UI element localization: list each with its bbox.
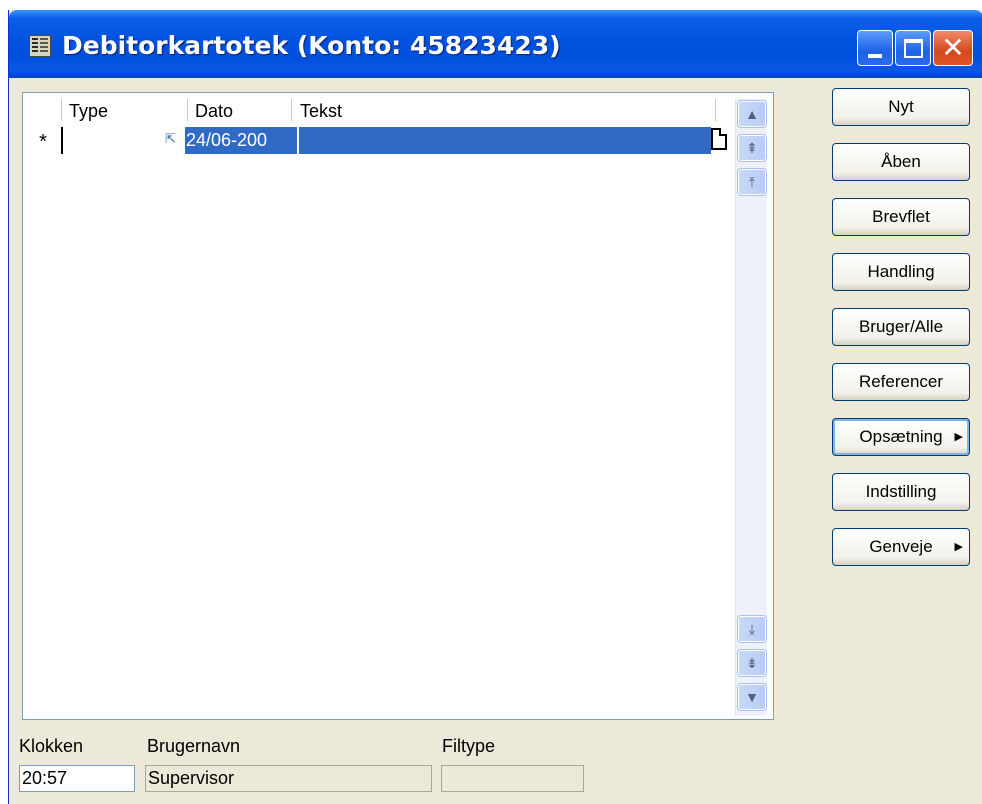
new-row-marker: *: [39, 131, 47, 153]
card-index-icon: [29, 35, 51, 57]
shortcuts-menu-button[interactable]: Genveje ▶: [832, 528, 970, 566]
main-window: Debitorkartotek (Konto: 45823423) ✕ Type…: [8, 10, 982, 804]
type-cell-input[interactable]: [61, 127, 156, 154]
username-field: Supervisor: [145, 765, 432, 792]
setup-label: Opsætning: [859, 427, 943, 446]
maximize-icon: [904, 39, 923, 58]
scroll-top-icon: ⤒: [748, 174, 756, 190]
page-up-button[interactable]: ⇞: [737, 134, 767, 162]
window-title: Debitorkartotek (Konto: 45823423): [62, 31, 561, 60]
column-header-text[interactable]: Tekst: [300, 101, 342, 122]
submenu-arrow-icon: ▶: [954, 541, 963, 553]
title-bar[interactable]: Debitorkartotek (Konto: 45823423) ✕: [9, 10, 982, 78]
column-header-date[interactable]: Dato: [195, 101, 233, 122]
action-button[interactable]: Handling: [832, 253, 970, 291]
close-icon: ✕: [941, 31, 965, 64]
column-header-type[interactable]: Type: [69, 101, 108, 122]
table-row[interactable]: * ⇱ 24/06-200: [23, 127, 733, 154]
page-up-icon: ⇞: [746, 140, 758, 156]
user-all-button[interactable]: Bruger/Alle: [832, 308, 970, 346]
submenu-arrow-icon: ▶: [954, 431, 963, 443]
column-separator[interactable]: [61, 99, 62, 121]
filetype-field: [441, 765, 584, 792]
close-button[interactable]: ✕: [933, 30, 973, 66]
clock-label: Klokken: [19, 736, 84, 756]
scroll-down-icon: ▼: [745, 689, 759, 705]
username-label: Brugernavn: [147, 736, 241, 756]
minimize-icon: [868, 54, 882, 58]
column-separator[interactable]: [187, 99, 188, 121]
column-separator[interactable]: [715, 99, 716, 121]
references-button[interactable]: Referencer: [832, 363, 970, 401]
date-cell[interactable]: 24/06-200: [185, 127, 297, 154]
scroll-down-button[interactable]: ▼: [737, 683, 767, 711]
scroll-top-button[interactable]: ⤒: [737, 168, 767, 196]
scroll-up-icon: ▲: [745, 106, 759, 122]
scroll-bottom-button[interactable]: ⤓: [737, 615, 767, 643]
letter-merge-button[interactable]: Brevflet: [832, 198, 970, 236]
records-grid[interactable]: Type Dato Tekst * ⇱ 24/06-200 ▲ ⇞ ⤒ ⤓ ⇟ …: [22, 92, 774, 720]
clock-field: 20:57: [19, 765, 135, 792]
shortcuts-label: Genveje: [869, 537, 933, 556]
vertical-scrollbar[interactable]: ▲ ⇞ ⤒ ⤓ ⇟ ▼: [735, 99, 767, 716]
setup-menu-button[interactable]: Opsætning ▶: [832, 418, 970, 456]
open-button[interactable]: Åben: [832, 143, 970, 181]
scroll-bottom-icon: ⤓: [748, 621, 756, 637]
scroll-up-button[interactable]: ▲: [737, 100, 767, 128]
settings-button[interactable]: Indstilling: [832, 473, 970, 511]
maximize-button[interactable]: [895, 30, 931, 66]
minimize-button[interactable]: [857, 30, 893, 66]
page-down-button[interactable]: ⇟: [737, 649, 767, 677]
filetype-label: Filtype: [442, 736, 496, 756]
link-arrow-icon[interactable]: ⇱: [165, 131, 176, 147]
column-separator[interactable]: [291, 99, 292, 121]
new-button[interactable]: Nyt: [832, 88, 970, 126]
text-cell[interactable]: [299, 127, 711, 154]
page-down-icon: ⇟: [746, 655, 758, 671]
grid-header: Type Dato Tekst: [23, 93, 733, 125]
document-icon[interactable]: [711, 128, 727, 150]
